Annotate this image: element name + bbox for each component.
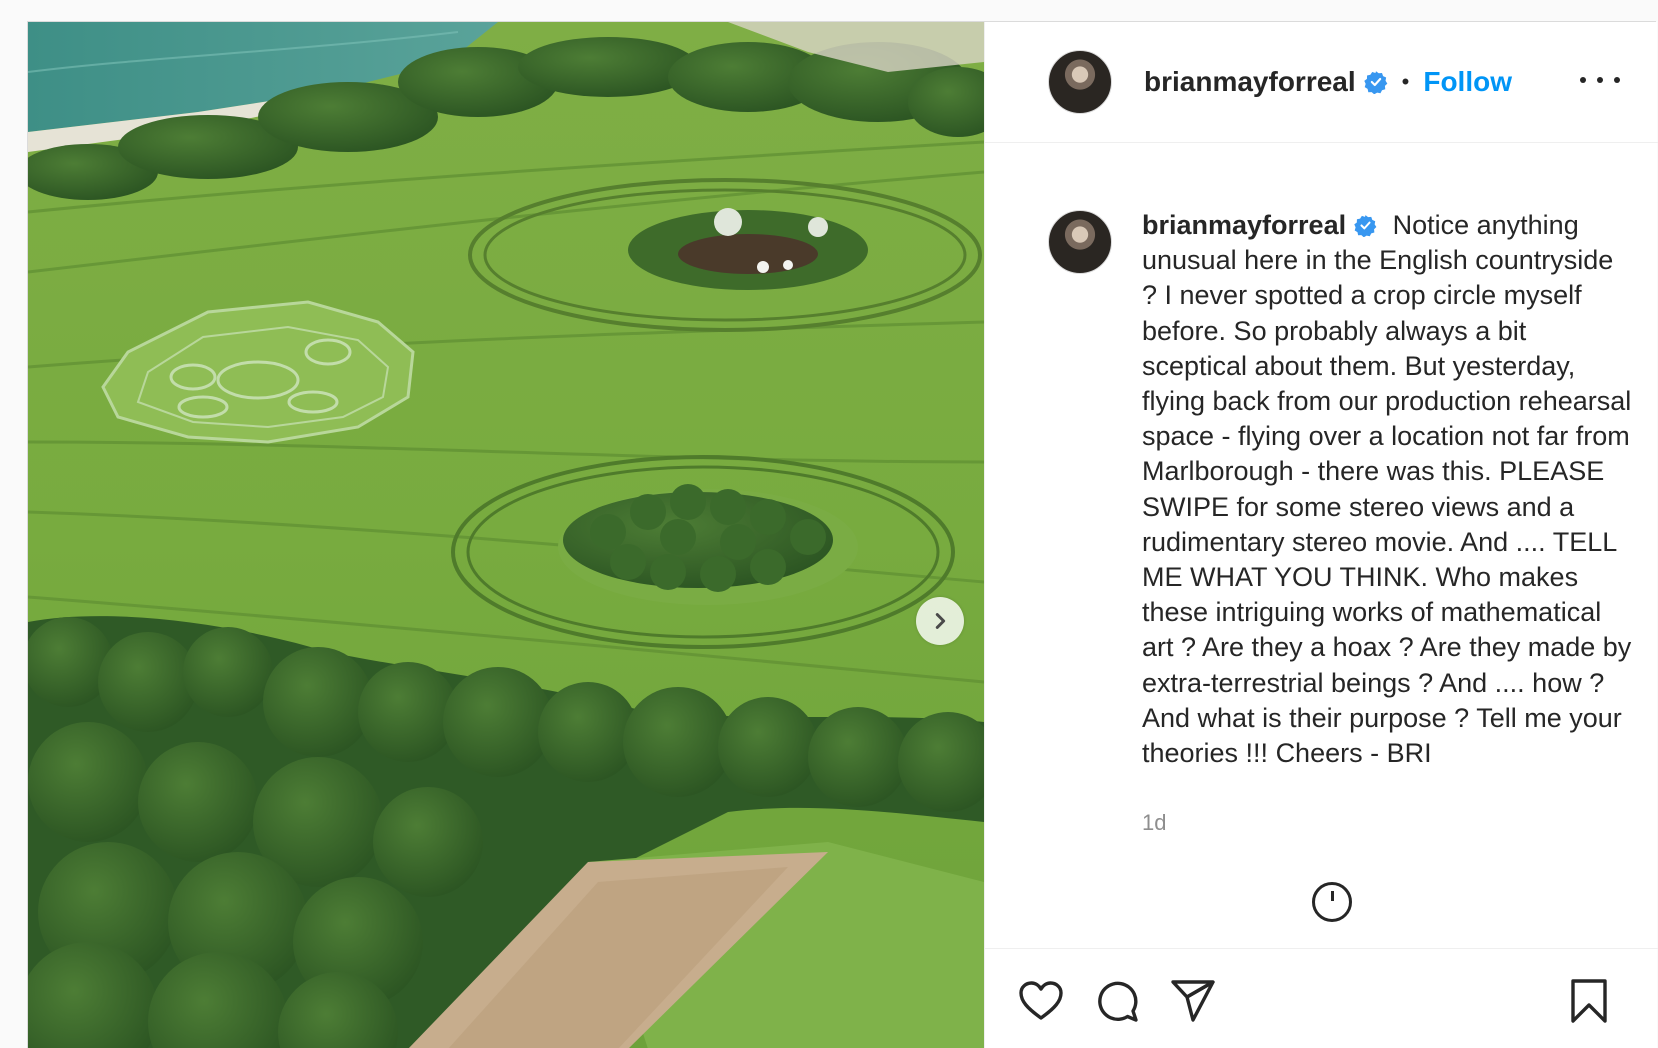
post-side-panel: brianmayforreal • Follow brianmayforreal…: [984, 22, 1658, 1048]
post-caption: brianmayforreal Notice anything unusual …: [1142, 208, 1632, 771]
next-image-button[interactable]: [916, 597, 964, 645]
chevron-right-icon: [935, 613, 946, 629]
more-options-icon: [1597, 77, 1603, 83]
paper-plane-icon: [1171, 980, 1215, 1022]
share-button[interactable]: [1169, 977, 1217, 1025]
comments-area[interactable]: brianmayforreal Notice anything unusual …: [985, 143, 1658, 948]
plus-circle-icon[interactable]: [1312, 882, 1352, 922]
more-options-button[interactable]: [1580, 70, 1620, 90]
post-timestamp[interactable]: 1d: [1142, 810, 1166, 836]
save-button[interactable]: [1565, 977, 1613, 1025]
avatar[interactable]: [1048, 50, 1112, 114]
follow-button[interactable]: Follow: [1423, 66, 1512, 98]
post-container: brianmayforreal • Follow brianmayforreal…: [27, 21, 1658, 1048]
caption-avatar[interactable]: [1048, 210, 1112, 274]
comment-icon: [1098, 981, 1138, 1022]
action-bar: [985, 948, 1658, 1048]
author-username[interactable]: brianmayforreal: [1144, 66, 1356, 98]
bookmark-icon: [1571, 979, 1607, 1023]
comment-button[interactable]: [1093, 977, 1141, 1025]
caption-username[interactable]: brianmayforreal: [1142, 210, 1346, 240]
post-header: brianmayforreal • Follow: [985, 22, 1658, 143]
more-options-icon: [1614, 77, 1620, 83]
like-button[interactable]: [1017, 977, 1065, 1025]
verified-badge-icon: [1354, 215, 1377, 237]
caption-text: Notice anything unusual here in the Engl…: [1142, 210, 1632, 769]
heart-icon: [1019, 981, 1063, 1020]
post-image[interactable]: [28, 22, 984, 1048]
verified-badge-icon: [1363, 71, 1387, 94]
more-options-icon: [1580, 77, 1586, 83]
separator-dot: •: [1401, 69, 1410, 94]
